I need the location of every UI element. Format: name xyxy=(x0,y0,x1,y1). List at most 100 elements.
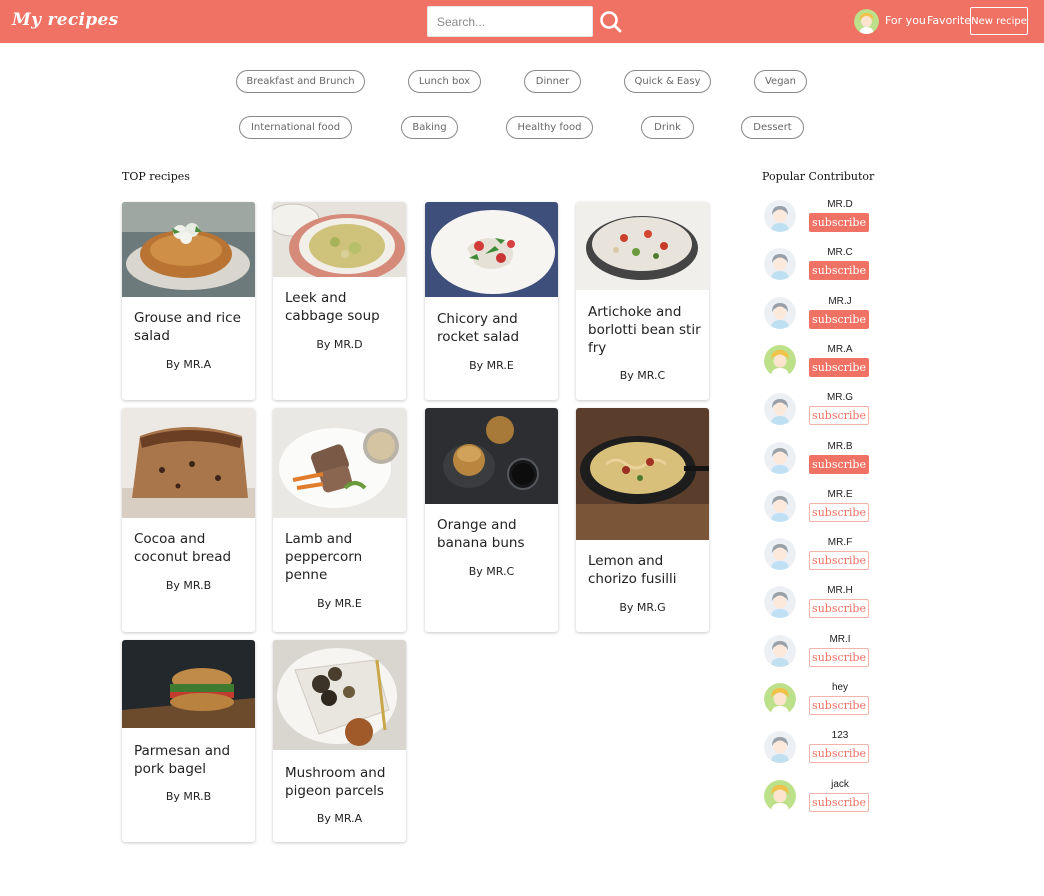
subscribe-button[interactable]: subscribe xyxy=(809,357,869,377)
blonde-avatar-icon[interactable] xyxy=(764,344,796,377)
category-pill[interactable]: Drink xyxy=(641,116,694,139)
nav-favorite[interactable]: Favorite xyxy=(927,14,971,27)
grey-avatar-icon[interactable] xyxy=(764,634,796,667)
contributor-name: MR.D xyxy=(827,199,853,210)
blonde-avatar-icon[interactable] xyxy=(764,683,796,715)
category-pill[interactable]: Lunch box xyxy=(408,70,481,93)
recipe-card[interactable]: Lamb and peppercorn penne By MR.E xyxy=(273,408,406,632)
contributor-row: MR.D subscribe xyxy=(760,199,880,239)
contributor-row: MR.I subscribe xyxy=(760,634,880,674)
subscribe-button[interactable]: subscribe xyxy=(809,647,869,667)
contributor-row: MR.J subscribe xyxy=(760,296,880,336)
recipe-card[interactable]: Orange and banana buns By MR.C xyxy=(425,408,558,632)
grey-avatar-icon[interactable] xyxy=(764,731,796,764)
grey-avatar-icon[interactable] xyxy=(764,489,796,522)
recipe-card[interactable]: Lemon and chorizo fusilli By MR.G xyxy=(576,408,709,632)
grey-avatar-icon[interactable] xyxy=(764,586,796,619)
top-recipes-heading: TOP recipes xyxy=(122,170,190,183)
contributor-name: 123 xyxy=(831,730,849,742)
category-pill[interactable]: Dessert xyxy=(741,116,804,139)
new-recipe-button[interactable]: New recipe xyxy=(970,7,1028,35)
recipe-image xyxy=(425,408,558,504)
recipe-image xyxy=(273,408,406,518)
subscribe-button[interactable]: subscribe xyxy=(809,309,869,329)
category-pill[interactable]: Dinner xyxy=(524,70,581,93)
top-nav-bar: My recipes For you Favorite New recipe xyxy=(0,0,1044,43)
category-pill[interactable]: International food xyxy=(239,116,352,139)
subscribe-button[interactable]: subscribe xyxy=(809,502,869,522)
subscribe-button[interactable]: subscribe xyxy=(809,696,869,715)
recipe-image xyxy=(273,202,406,277)
recipe-image xyxy=(576,202,709,290)
recipe-author: By MR.A xyxy=(316,812,363,825)
contributor-name: MR.I xyxy=(829,633,851,645)
brand-title[interactable]: My recipes xyxy=(12,10,118,30)
recipe-author: By MR.B xyxy=(165,579,212,592)
recipe-card[interactable]: Artichoke and borlotti bean stir fry By … xyxy=(576,202,709,400)
recipe-card[interactable]: Parmesan and pork bagel By MR.B xyxy=(122,640,255,842)
subscribe-button[interactable]: subscribe xyxy=(809,213,869,232)
recipe-card[interactable]: Leek and cabbage soup By MR.D xyxy=(273,202,406,400)
contributor-name: MR.H xyxy=(827,585,853,597)
subscribe-button[interactable]: subscribe xyxy=(809,406,869,426)
recipe-author: By MR.D xyxy=(316,338,363,351)
grey-avatar-icon[interactable] xyxy=(764,441,796,474)
recipe-title: Mushroom and pigeon parcels xyxy=(285,765,386,799)
category-pill[interactable]: Baking xyxy=(401,116,458,139)
recipe-card[interactable]: Chicory and rocket salad By MR.E xyxy=(425,202,558,400)
recipe-author: By MR.G xyxy=(619,601,666,614)
recipe-title: Cocoa and coconut bread xyxy=(134,531,232,565)
category-pill[interactable]: Vegan xyxy=(754,70,807,93)
category-pill[interactable]: Quick & Easy xyxy=(624,70,711,93)
contributor-row: MR.B subscribe xyxy=(760,441,880,481)
contributor-row: MR.G subscribe xyxy=(760,392,880,432)
popular-contributor-heading: Popular Contributor xyxy=(762,170,875,183)
recipe-card[interactable]: Cocoa and coconut bread By MR.B xyxy=(122,408,255,632)
grey-avatar-icon[interactable] xyxy=(764,393,796,426)
recipe-title: Artichoke and borlotti bean stir fry xyxy=(588,304,701,356)
subscribe-button[interactable]: subscribe xyxy=(809,744,869,764)
contributor-name: MR.B xyxy=(827,440,853,452)
recipe-title: Lemon and chorizo fusilli xyxy=(588,553,677,587)
nav-for-you[interactable]: For you xyxy=(885,14,926,27)
recipe-card[interactable]: Mushroom and pigeon parcels By MR.A xyxy=(273,640,406,842)
recipe-title: Orange and banana buns xyxy=(437,517,525,551)
user-avatar-icon[interactable] xyxy=(854,9,879,34)
search-icon[interactable] xyxy=(598,9,624,35)
recipe-author: By MR.B xyxy=(165,790,212,803)
recipe-author: By MR.E xyxy=(469,359,514,372)
recipe-title: Leek and cabbage soup xyxy=(285,290,380,324)
contributor-name: jack xyxy=(831,778,849,790)
contributor-name: hey xyxy=(831,682,849,693)
subscribe-button[interactable]: subscribe xyxy=(809,599,869,619)
contributor-row: hey subscribe xyxy=(760,682,880,722)
recipe-image xyxy=(122,640,255,728)
grey-avatar-icon[interactable] xyxy=(764,200,796,232)
subscribe-button[interactable]: subscribe xyxy=(809,454,869,474)
contributor-name: MR.G xyxy=(826,392,854,404)
subscribe-button[interactable]: subscribe xyxy=(809,551,869,571)
contributor-name: MR.A xyxy=(827,343,853,355)
contributor-name: MR.E xyxy=(827,488,853,500)
grey-avatar-icon[interactable] xyxy=(764,296,796,329)
blonde-avatar-icon[interactable] xyxy=(764,779,796,812)
contributor-name: MR.C xyxy=(827,247,853,259)
recipe-card[interactable]: Grouse and rice salad By MR.A xyxy=(122,202,255,400)
recipe-author: By MR.C xyxy=(468,565,515,578)
contributor-row: MR.H subscribe xyxy=(760,585,880,625)
recipe-image xyxy=(122,202,255,297)
recipe-title: Lamb and peppercorn penne xyxy=(285,531,363,583)
recipe-image xyxy=(122,408,255,518)
recipe-image xyxy=(425,202,558,297)
grey-avatar-icon[interactable] xyxy=(764,538,796,571)
recipe-image xyxy=(576,408,709,540)
subscribe-button[interactable]: subscribe xyxy=(809,792,869,812)
recipe-title: Chicory and rocket salad xyxy=(437,311,520,345)
category-pill[interactable]: Breakfast and Brunch xyxy=(236,70,365,93)
search-input[interactable] xyxy=(427,6,593,37)
category-pill[interactable]: Healthy food xyxy=(506,116,593,139)
recipe-author: By MR.C xyxy=(619,369,666,382)
contributor-row: MR.F subscribe xyxy=(760,537,880,577)
subscribe-button[interactable]: subscribe xyxy=(809,261,869,281)
grey-avatar-icon[interactable] xyxy=(764,248,796,281)
